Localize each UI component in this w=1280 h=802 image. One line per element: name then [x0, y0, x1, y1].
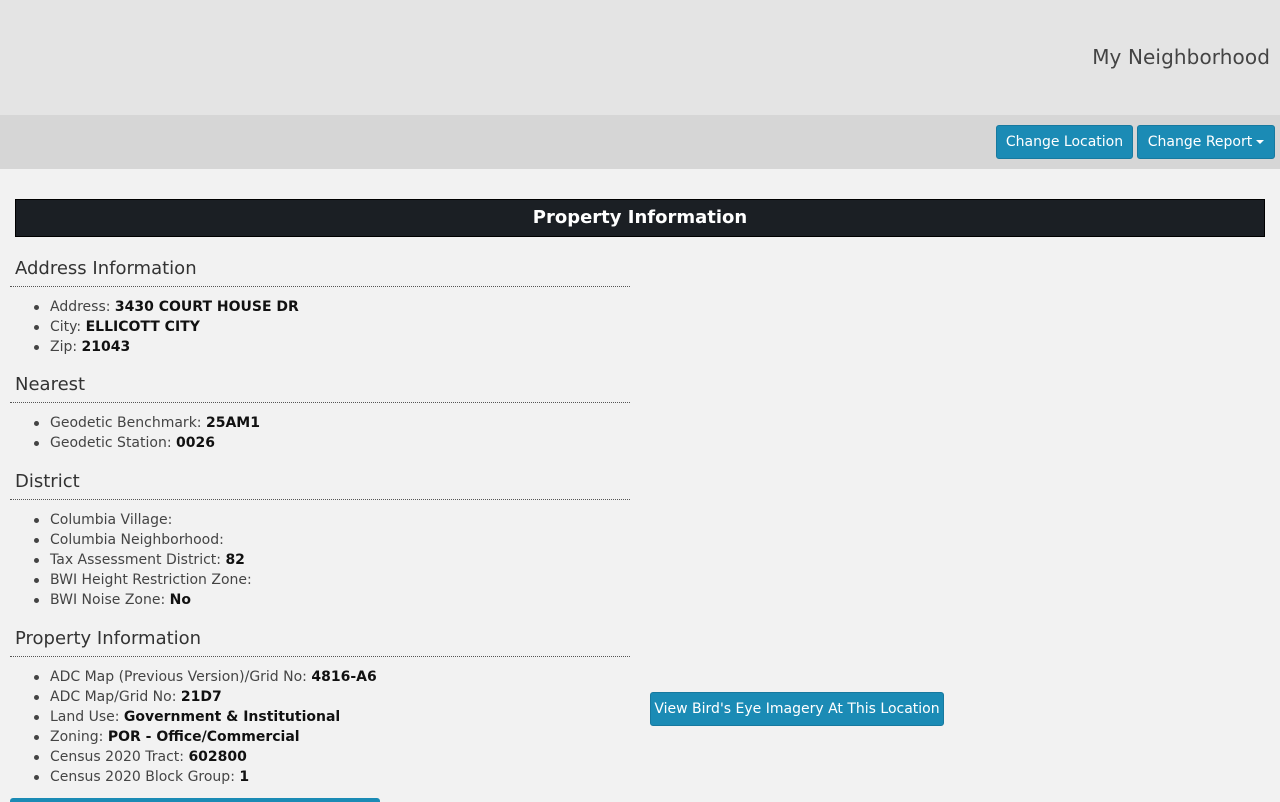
section-title: Nearest [10, 373, 630, 403]
item-value: 21043 [81, 339, 131, 355]
item-value: 82 [225, 552, 245, 568]
item-value: ELLICOTT CITY [85, 319, 200, 335]
item-label: Columbia Village: [50, 512, 173, 528]
list-item: City: ELLICOTT CITY [10, 317, 630, 337]
address-information-section: Address Information Address: 3430 COURT … [10, 257, 630, 357]
item-label: Geodetic Station: [50, 435, 176, 451]
item-label: Tax Assessment District: [50, 552, 226, 568]
bullet-icon [34, 775, 39, 780]
item-value: 1 [239, 769, 250, 785]
list-item: ADC Map (Previous Version)/Grid No: 4816… [10, 667, 630, 687]
section-title: District [10, 470, 630, 500]
district-section: District Columbia Village: Columbia Neig… [10, 470, 630, 610]
item-label: Zoning: [50, 729, 108, 745]
section-title: Address Information [10, 257, 630, 287]
bullet-icon [34, 675, 39, 680]
item-label: Census 2020 Tract: [50, 749, 189, 765]
section-title: Property Information [10, 627, 630, 657]
list-item: Columbia Village: [10, 510, 630, 530]
item-value: 21D7 [180, 689, 222, 705]
birdseye-button-label: View Bird's Eye Imagery At This Location [654, 701, 940, 717]
list-item: Address: 3430 COURT HOUSE DR [10, 297, 630, 317]
bullet-icon [34, 598, 39, 603]
item-value: 4816-A6 [311, 669, 377, 685]
item-label: Census 2020 Block Group: [50, 769, 240, 785]
list-item: BWI Height Restriction Zone: [10, 570, 630, 590]
property-information-section: Property Information ADC Map (Previous V… [10, 627, 630, 787]
list-item: Census 2020 Tract: 602800 [10, 747, 630, 767]
page-title: Property Information [15, 199, 1265, 237]
address-list: Address: 3430 COURT HOUSE DR City: ELLIC… [10, 297, 630, 357]
item-label: ADC Map (Previous Version)/Grid No: [50, 669, 312, 685]
toolbar: Change Location Change Report [0, 115, 1280, 169]
change-report-button[interactable]: Change Report [1137, 125, 1275, 159]
item-label: Zip: [50, 339, 82, 355]
district-list: Columbia Village: Columbia Neighborhood:… [10, 510, 630, 610]
bullet-icon [34, 715, 39, 720]
item-label: BWI Height Restriction Zone: [50, 572, 252, 588]
item-value: 602800 [188, 749, 247, 765]
nearest-list: Geodetic Benchmark: 25AM1 Geodetic Stati… [10, 413, 630, 453]
bullet-icon [34, 441, 39, 446]
caret-down-icon [1256, 140, 1265, 144]
bullet-icon [34, 538, 39, 543]
item-label: Land Use: [50, 709, 124, 725]
list-item: Tax Assessment District: 82 [10, 550, 630, 570]
change-report-label: Change Report [1147, 134, 1253, 150]
item-label: Address: [50, 299, 115, 315]
item-value: 25AM1 [205, 415, 260, 431]
item-value: POR - Office/Commercial [107, 729, 300, 745]
list-item: Geodetic Benchmark: 25AM1 [10, 413, 630, 433]
item-label: Columbia Neighborhood: [50, 532, 224, 548]
view-birdseye-imagery-button[interactable]: View Bird's Eye Imagery At This Location [650, 692, 944, 726]
item-label: City: [50, 319, 86, 335]
item-value: 0026 [176, 435, 215, 451]
property-list: ADC Map (Previous Version)/Grid No: 4816… [10, 667, 630, 787]
bullet-icon [34, 755, 39, 760]
top-banner: My Neighborhood [0, 0, 1280, 115]
offscreen-button-edge[interactable] [10, 798, 380, 802]
bullet-icon [34, 345, 39, 350]
nearest-section: Nearest Geodetic Benchmark: 25AM1 Geodet… [10, 373, 630, 453]
bullet-icon [34, 695, 39, 700]
app-title: My Neighborhood [1092, 45, 1270, 69]
item-label: Geodetic Benchmark: [50, 415, 206, 431]
list-item: Zoning: POR - Office/Commercial [10, 727, 630, 747]
bullet-icon [34, 305, 39, 310]
bullet-icon [34, 578, 39, 583]
item-label: ADC Map/Grid No: [50, 689, 181, 705]
bullet-icon [34, 735, 39, 740]
list-item: ADC Map/Grid No: 21D7 [10, 687, 630, 707]
item-value: 3430 COURT HOUSE DR [114, 299, 299, 315]
list-item: BWI Noise Zone: No [10, 590, 630, 610]
list-item: Land Use: Government & Institutional [10, 707, 630, 727]
change-location-button[interactable]: Change Location [996, 125, 1133, 159]
bullet-icon [34, 421, 39, 426]
list-item: Census 2020 Block Group: 1 [10, 767, 630, 787]
bullet-icon [34, 518, 39, 523]
item-value: Government & Institutional [123, 709, 341, 725]
item-value: No [169, 592, 191, 608]
list-item: Geodetic Station: 0026 [10, 433, 630, 453]
list-item: Zip: 21043 [10, 337, 630, 357]
bullet-icon [34, 325, 39, 330]
list-item: Columbia Neighborhood: [10, 530, 630, 550]
item-label: BWI Noise Zone: [50, 592, 170, 608]
bullet-icon [34, 558, 39, 563]
change-location-label: Change Location [1005, 134, 1124, 150]
